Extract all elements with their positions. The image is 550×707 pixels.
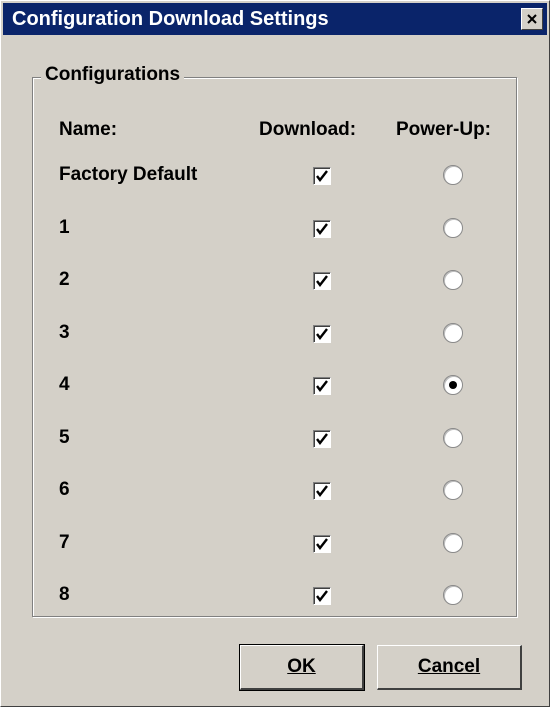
title-bar: Configuration Download Settings — [3, 3, 547, 35]
powerup-radio[interactable] — [443, 217, 463, 238]
configurations-group-label: Configurations — [41, 64, 185, 86]
powerup-column-header: Power-Up: — [396, 119, 491, 140]
checkmark-icon — [316, 380, 328, 392]
checkmark-icon — [316, 327, 328, 340]
powerup-radio[interactable] — [443, 480, 463, 500]
configuration-row: 4 — [1, 368, 549, 404]
powerup-radio[interactable] — [443, 165, 463, 185]
powerup-radio[interactable] — [443, 585, 463, 605]
configuration-name: 3 — [59, 321, 70, 343]
download-checkbox[interactable] — [313, 377, 331, 395]
checkmark-icon — [316, 222, 328, 235]
configuration-name: 6 — [59, 479, 70, 500]
download-checkbox[interactable] — [313, 587, 331, 605]
download-checkbox[interactable] — [313, 272, 331, 290]
powerup-radio[interactable] — [443, 270, 463, 290]
checkmark-icon — [316, 275, 328, 287]
powerup-radio[interactable] — [443, 375, 463, 395]
configuration-row: 8 — [1, 578, 549, 614]
dialog-window: Configuration Download Settings Configur… — [0, 0, 550, 707]
radio-selected-dot — [449, 381, 457, 389]
configuration-name: 1 — [59, 216, 70, 238]
close-button[interactable] — [521, 8, 543, 30]
configuration-row: 7 — [1, 526, 549, 562]
download-checkbox[interactable] — [313, 482, 331, 500]
download-checkbox[interactable] — [313, 167, 331, 185]
checkmark-icon — [316, 432, 328, 445]
configuration-row: 5 — [1, 421, 549, 457]
configuration-name: Factory Default — [59, 164, 198, 185]
configuration-row: Factory Default — [1, 158, 549, 194]
configuration-row: 2 — [1, 263, 549, 299]
download-checkbox[interactable] — [313, 324, 331, 343]
configuration-row: 1 — [1, 211, 549, 247]
download-column-header: Download: — [259, 119, 357, 140]
powerup-radio[interactable] — [443, 322, 463, 343]
checkmark-icon — [316, 590, 328, 602]
download-checkbox[interactable] — [313, 534, 331, 553]
checkmark-icon — [316, 485, 328, 497]
cancel-button-label: Cancel — [417, 656, 481, 677]
configuration-name: 2 — [59, 269, 70, 290]
configuration-row: 3 — [1, 316, 549, 352]
window-title: Configuration Download Settings — [12, 8, 329, 30]
close-icon — [527, 14, 537, 24]
powerup-radio[interactable] — [443, 427, 463, 448]
ok-button-label: OK — [287, 656, 316, 677]
configuration-name: 5 — [59, 426, 70, 448]
configuration-name: 7 — [59, 531, 70, 553]
configuration-name: 4 — [59, 374, 70, 395]
configuration-name: 8 — [59, 584, 70, 605]
download-checkbox[interactable] — [313, 429, 331, 448]
powerup-radio[interactable] — [443, 532, 463, 553]
ok-button[interactable]: OK — [239, 644, 365, 691]
download-checkbox[interactable] — [313, 219, 331, 238]
checkmark-icon — [316, 170, 328, 182]
cancel-button[interactable]: Cancel — [377, 645, 522, 690]
name-column-header: Name: — [59, 119, 118, 140]
configuration-row: 6 — [1, 473, 549, 509]
checkmark-icon — [316, 537, 328, 550]
